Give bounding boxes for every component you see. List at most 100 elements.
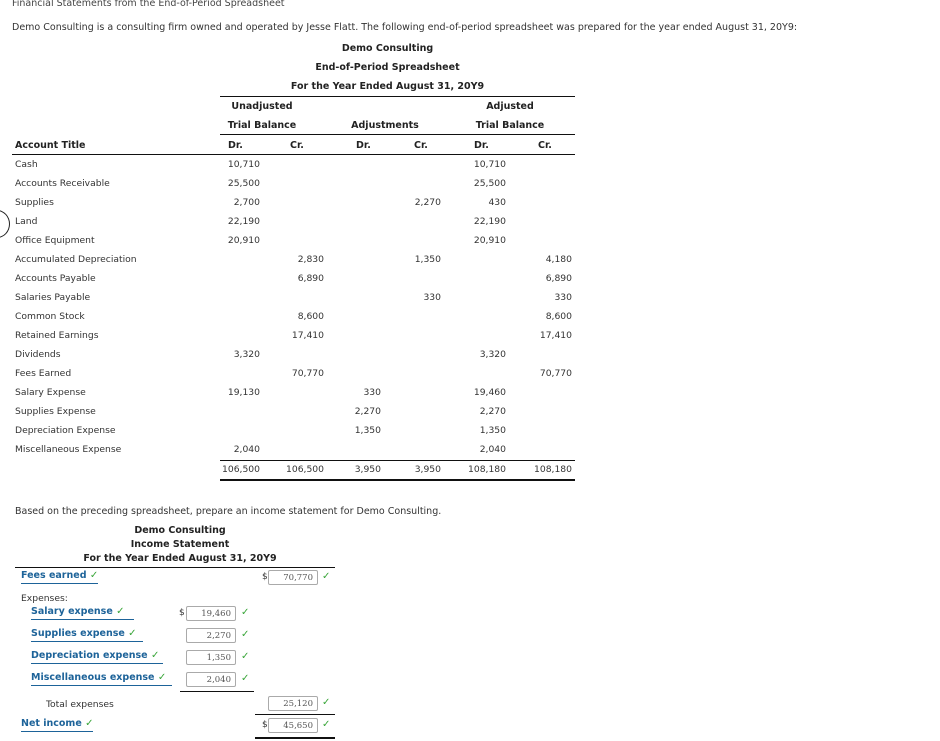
column-header-rule: [12, 154, 575, 155]
account-title: Supplies: [15, 197, 54, 208]
expense-account-select[interactable]: Supplies expense ✓: [31, 628, 143, 642]
net-income-select[interactable]: Net income ✓: [21, 718, 94, 732]
is-company: Demo Consulting: [134, 525, 226, 536]
adj-dr-cell: 330: [363, 387, 381, 398]
expenses-label: Expenses:: [21, 593, 68, 604]
fees-earned-label: Fees earned: [21, 570, 87, 581]
page-title: Financial Statements from the End-of-Per…: [12, 0, 285, 9]
atb-dr-cell: 3,320: [479, 349, 506, 360]
utb-cr-cell: 17,410: [291, 330, 324, 341]
fees-earned-select[interactable]: Fees earned ✓: [21, 570, 99, 584]
atb-dr-cell: 2,040: [479, 444, 506, 455]
utb-cr-header: Cr.: [290, 140, 304, 151]
adj-dr-cell: 1,350: [354, 425, 381, 436]
check-icon: ✓: [322, 697, 331, 708]
group-adjustments: Adjustments: [351, 120, 419, 131]
dollar-sign: $: [262, 572, 268, 582]
atb-dr-cell: 25,500: [473, 178, 506, 189]
check-icon: ✓: [128, 628, 137, 639]
account-title: Common Stock: [15, 311, 85, 322]
is-period: For the Year Ended August 31, 20Y9: [83, 553, 277, 564]
expense-amount-input[interactable]: 1,350: [186, 650, 236, 665]
utb-cr-cell: 70,770: [291, 368, 324, 379]
atb-cr-cell: 8,600: [545, 311, 572, 322]
atb-cr-cell: 70,770: [539, 368, 572, 379]
utb-cr-cell: 6,890: [297, 273, 324, 284]
check-icon: ✓: [157, 672, 167, 683]
net-income-label: Net income: [21, 718, 82, 729]
expense-account-select[interactable]: Miscellaneous expense ✓: [31, 672, 173, 686]
check-icon: ✓: [241, 673, 250, 684]
check-icon: ✓: [241, 629, 250, 640]
expense-account-select[interactable]: Depreciation expense ✓: [31, 650, 164, 664]
check-icon: ✓: [322, 719, 331, 730]
utb-dr-cell: 3,320: [233, 349, 260, 360]
account-title: Dividends: [15, 349, 61, 360]
group-adjusted-line2: Trial Balance: [475, 120, 545, 131]
atb-cr-cell: 4,180: [545, 254, 572, 265]
net-income-rule: [255, 714, 335, 715]
utb-dr-cell: 2,700: [233, 197, 260, 208]
worksheet-company: Demo Consulting: [341, 43, 434, 54]
is-header-rule: [15, 567, 335, 568]
circle-icon: [0, 210, 10, 238]
account-title: Miscellaneous Expense: [15, 444, 122, 455]
check-icon: ✓: [241, 607, 250, 618]
atb-dr-cell: 2,270: [479, 406, 506, 417]
net-income-double-rule: [255, 737, 335, 739]
expense-amount-input[interactable]: 2,270: [186, 628, 236, 643]
utb-cr-cell: 2,830: [297, 254, 324, 265]
total-expenses-input[interactable]: 25,120: [268, 696, 318, 711]
account-title: Fees Earned: [15, 368, 72, 379]
atb-cr-header: Cr.: [538, 140, 552, 151]
header-rule: [220, 96, 575, 97]
expense-account-select[interactable]: Salary expense ✓: [31, 606, 135, 620]
atb-cr-cell: 17,410: [539, 330, 572, 341]
atb-dr-cell: 19,460: [473, 387, 506, 398]
utb-dr-cell: 20,910: [227, 235, 260, 246]
group-unadjusted-line2: Trial Balance: [227, 120, 297, 131]
check-icon: ✓: [85, 718, 94, 729]
atb-dr-cell: 1,350: [479, 425, 506, 436]
group-rule: [220, 134, 575, 135]
account-title: Salaries Payable: [15, 292, 91, 303]
atb-dr-cell: 430: [488, 197, 506, 208]
atb-dr-cell: 20,910: [473, 235, 506, 246]
dollar-sign: $: [179, 608, 185, 618]
atb-cr-cell: 330: [554, 292, 572, 303]
expense-label: Miscellaneous expense: [31, 672, 155, 683]
check-icon: ✓: [150, 650, 160, 661]
worksheet-period: For the Year Ended August 31, 20Y9: [290, 81, 485, 92]
account-title: Cash: [15, 159, 38, 170]
expenses-rule: [180, 691, 254, 692]
atb-dr-cell: 22,190: [473, 216, 506, 227]
group-unadjusted-line1: Unadjusted: [231, 101, 293, 112]
adj-cr-total: 3,950: [414, 464, 441, 475]
double-total-rule: [220, 479, 575, 481]
atb-dr-cell: 10,710: [473, 159, 506, 170]
net-income-input[interactable]: 45,650: [268, 718, 318, 733]
adj-dr-total: 3,950: [354, 464, 381, 475]
check-icon: ✓: [322, 571, 331, 582]
utb-dr-cell: 19,130: [227, 387, 260, 398]
account-title: Accumulated Depreciation: [15, 254, 137, 265]
expense-amount-input[interactable]: 2,040: [186, 672, 236, 687]
fees-earned-input[interactable]: 70,770: [268, 570, 318, 585]
worksheet-title: End-of-Period Spreadsheet: [315, 62, 460, 73]
account-title: Accounts Payable: [15, 273, 96, 284]
adj-dr-header: Dr.: [356, 140, 371, 151]
intro-text: Demo Consulting is a consulting firm own…: [12, 22, 798, 33]
account-title: Salary Expense: [15, 387, 86, 398]
account-title: Accounts Receivable: [15, 178, 110, 189]
atb-dr-total: 108,180: [468, 464, 506, 475]
account-title: Office Equipment: [15, 235, 95, 246]
dollar-sign: $: [262, 720, 268, 730]
expense-amount-input[interactable]: 19,460: [186, 606, 236, 621]
utb-dr-cell: 25,500: [227, 178, 260, 189]
adj-cr-cell: 1,350: [414, 254, 441, 265]
account-title: Supplies Expense: [15, 406, 96, 417]
utb-cr-cell: 8,600: [297, 311, 324, 322]
expense-label: Salary expense: [31, 606, 113, 617]
is-title: Income Statement: [130, 539, 230, 550]
utb-dr-header: Dr.: [228, 140, 243, 151]
